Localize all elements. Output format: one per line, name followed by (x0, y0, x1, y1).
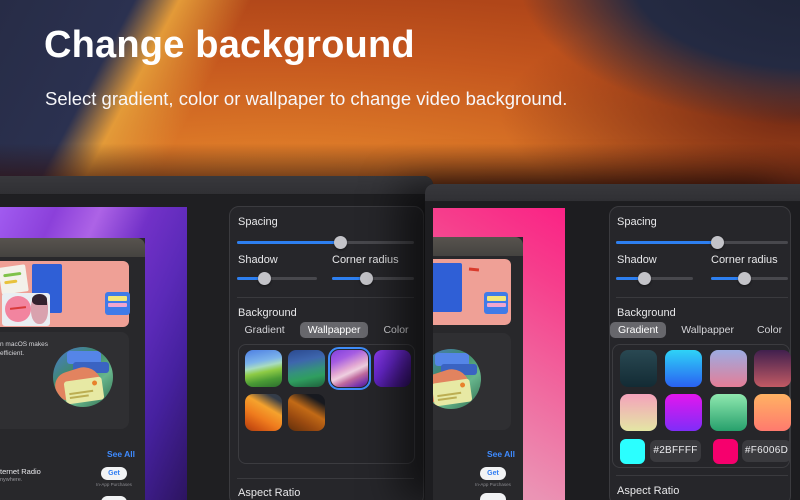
gradient-swatch[interactable] (665, 394, 702, 431)
gradient-swatch[interactable] (665, 350, 702, 387)
appstore-screenshot: n macOS makes efficient. See All ternet … (0, 238, 145, 500)
get-button[interactable]: Get (101, 467, 127, 480)
spacing-slider[interactable] (616, 235, 788, 249)
spacing-label: Spacing (617, 216, 657, 228)
shadow-label: Shadow (238, 254, 278, 266)
get-button-partial[interactable] (480, 493, 506, 500)
slider-thumb[interactable] (258, 272, 272, 285)
wallpaper-thumb[interactable] (245, 350, 282, 387)
pink-circle-illustration (5, 296, 31, 322)
gradient-swatch[interactable] (710, 394, 747, 431)
appstore-titlebar (0, 238, 145, 257)
corner-radius-label: Corner radius (332, 254, 399, 266)
editor-window-left: n macOS makes efficient. See All ternet … (0, 176, 433, 500)
gradient-swatch[interactable] (710, 350, 747, 387)
background-tabs: Gradient Wallpapper Color (609, 322, 790, 338)
divider (237, 297, 414, 298)
color-chip-label[interactable]: #2BFFFF (650, 440, 701, 462)
gradient-swatch[interactable] (754, 394, 791, 431)
appstore-story-card: n macOS makes efficient. (0, 332, 129, 429)
wallpaper-thumb[interactable] (288, 394, 325, 431)
story-text-line1: n macOS makes (0, 341, 49, 348)
appstore-screenshot: See All Get In-App Purchases (433, 237, 523, 500)
screenshot-stage: Change background Select gradient, color… (0, 0, 800, 500)
credit-card-illustration (484, 292, 508, 314)
spacing-slider[interactable] (237, 235, 414, 249)
slider-thumb[interactable] (359, 272, 373, 285)
aspect-ratio-label: Aspect Ratio (617, 485, 680, 497)
window-titlebar[interactable] (425, 184, 800, 202)
whiteboard-illustration (0, 264, 29, 295)
slider-thumb[interactable] (333, 236, 347, 249)
see-all-link[interactable]: See All (487, 449, 515, 459)
in-app-purchases-note: In-App Purchases (475, 482, 511, 487)
color-chip-swatch[interactable] (620, 439, 645, 464)
get-button-partial[interactable] (101, 496, 127, 500)
color-chip-label[interactable]: #F6006D (742, 440, 791, 462)
app-row-title: ternet Radio (0, 467, 41, 476)
page-title: Change background (44, 24, 415, 66)
gradient-swatch[interactable] (754, 350, 791, 387)
app-row-subtitle: nywhere. (0, 477, 23, 483)
video-preview-wallpaper: n macOS makes efficient. See All ternet … (0, 207, 187, 500)
card-illustration (2, 293, 50, 326)
tab-wallpaper[interactable]: Wallpapper (299, 322, 369, 338)
slider-thumb[interactable] (637, 272, 651, 285)
background-tabs: Gradient Wallpapper Color (230, 322, 423, 338)
in-app-purchases-note: In-App Purchases (96, 482, 132, 487)
appstore-titlebar (433, 237, 523, 256)
get-button[interactable]: Get (480, 467, 506, 480)
see-all-link[interactable]: See All (107, 449, 135, 459)
divider (616, 475, 788, 476)
tab-wallpaper[interactable]: Wallpapper (673, 322, 742, 338)
corner-radius-slider[interactable] (332, 271, 414, 285)
wallpaper-thumb[interactable] (288, 350, 325, 387)
editor-window-right: See All Get In-App Purchases Spacing Sha… (425, 184, 800, 500)
divider (616, 297, 788, 298)
gradient-swatch[interactable] (620, 350, 657, 387)
credit-card-illustration (105, 292, 130, 315)
shadow-label: Shadow (617, 254, 657, 266)
settings-panel: Spacing Shadow Corner radius Background … (609, 206, 791, 500)
wallpaper-thumb[interactable] (245, 394, 282, 431)
color-chip-swatch[interactable] (713, 439, 738, 464)
wallpaper-thumb[interactable] (374, 350, 411, 387)
shadow-slider[interactable] (616, 271, 693, 285)
appstore-featured-banner (433, 259, 511, 325)
settings-panel: Spacing Shadow Corner radius Background … (229, 206, 424, 500)
tab-gradient[interactable]: Gradient (236, 322, 292, 338)
hand-card-illustration (53, 347, 113, 407)
blue-panel-illustration (433, 263, 462, 312)
tab-gradient[interactable]: Gradient (609, 322, 667, 338)
tab-color[interactable]: Color (375, 322, 416, 338)
corner-radius-label: Corner radius (711, 254, 778, 266)
face-illustration (31, 294, 48, 324)
gradient-grid: #2BFFFF #F6006D (612, 344, 791, 468)
shadow-slider[interactable] (237, 271, 317, 285)
corner-radius-slider[interactable] (711, 271, 788, 285)
slider-thumb[interactable] (738, 272, 752, 285)
divider (237, 478, 414, 479)
background-label: Background (238, 307, 297, 319)
appstore-featured-banner (0, 261, 130, 327)
wallpaper-thumb[interactable] (328, 347, 371, 390)
page-subtitle: Select gradient, color or wallpaper to c… (45, 88, 568, 109)
video-preview-gradient: See All Get In-App Purchases (433, 208, 565, 500)
hero-banner: Change background Select gradient, color… (0, 0, 800, 184)
slider-thumb[interactable] (711, 236, 725, 249)
aspect-ratio-label: Aspect Ratio (238, 487, 301, 499)
window-titlebar[interactable] (0, 176, 433, 195)
background-label: Background (617, 307, 676, 319)
story-text-line2: efficient. (0, 350, 25, 357)
red-dash-illustration (468, 267, 480, 272)
spacing-label: Spacing (238, 216, 278, 228)
wallpaper-grid (238, 344, 415, 464)
tab-color[interactable]: Color (749, 322, 790, 338)
gradient-swatch[interactable] (620, 394, 657, 431)
